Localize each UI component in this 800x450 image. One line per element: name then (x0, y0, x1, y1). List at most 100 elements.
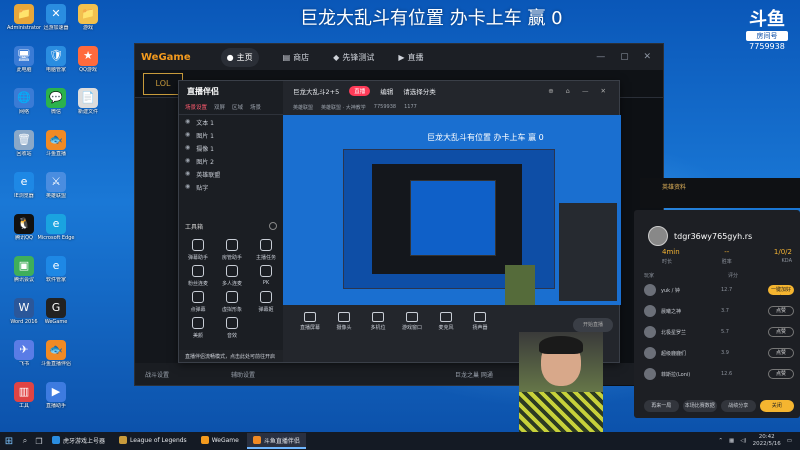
play-again-button[interactable]: 再来一局 (644, 400, 679, 412)
like-button[interactable]: 点赞 (768, 369, 794, 379)
helper-bottom-tool[interactable]: 摄像头 (327, 312, 361, 331)
start-live-button[interactable]: 开始直播 (573, 318, 613, 332)
toolbox-item[interactable]: 美颜 (185, 317, 211, 343)
bottom-tool-label: 扬声器 (472, 325, 488, 331)
assist-settings[interactable]: 辅助设置 (231, 370, 255, 379)
search-icon[interactable]: ⌕ (18, 436, 32, 446)
app-icon: ⚔ (46, 172, 66, 192)
col-head-player: 玩家 (644, 273, 655, 279)
wegame-tab-live[interactable]: ▶ 直播 (398, 52, 423, 63)
eye-icon[interactable]: ◉ (185, 144, 190, 151)
toolbox-item[interactable]: 房管助手 (219, 239, 245, 265)
helper-tab-scene[interactable]: 场景设置 (185, 103, 207, 112)
helper-bottom-tool[interactable]: 游戏窗口 (395, 312, 429, 331)
app-icon: ▥ (14, 382, 34, 402)
category-select[interactable]: 请选择分类 (403, 86, 436, 96)
task-view-icon[interactable]: ❐ (32, 437, 46, 446)
windows-start-icon[interactable]: ⊞ (0, 436, 18, 447)
like-button[interactable]: 点赞 (768, 327, 794, 337)
desktop-icon[interactable]: ▶ 直播助手 (34, 380, 78, 420)
preview-match-panel (559, 203, 617, 301)
like-button[interactable]: 点赞 (768, 348, 794, 358)
bottom-tool-label: 多机位 (370, 325, 386, 331)
toolbox-item[interactable]: 点弹幕 (185, 291, 211, 317)
scene-label: 英雄联盟 (196, 172, 221, 179)
edit-button[interactable]: 编辑 (380, 86, 393, 96)
add-friends-button[interactable]: 一键加好友 (768, 285, 794, 301)
match-col-heads: 玩家 评分 (644, 272, 794, 279)
scene-item[interactable]: ◉ 文本 1 (179, 115, 283, 128)
desktop-icon[interactable]: 🐟 斗鱼直播伴侣 (34, 338, 78, 378)
eye-icon[interactable]: ◉ (185, 170, 190, 177)
scene-item[interactable]: ◉ 摄像 1 (179, 141, 283, 154)
eye-icon[interactable]: ◉ (185, 157, 190, 164)
lol-logo[interactable]: LOL (143, 73, 183, 95)
helper-bottom-tool[interactable]: 多机位 (361, 312, 395, 331)
taskbar-app[interactable]: League of Legends (113, 433, 193, 449)
like-button[interactable]: 点赞 (768, 306, 794, 316)
taskbar-app[interactable]: 斗鱼直播伴侣 (246, 433, 306, 449)
helper-window-controls[interactable]: ⊕ ⌂ — ✕ (548, 87, 611, 95)
taskbar-app-label: 虎牙游戏上号器 (63, 437, 106, 445)
wegame-tab-store[interactable]: ▤ 商店 (283, 52, 310, 63)
match-footer: 再来一局 本场比赛数据 战绩分享 关闭 (644, 400, 794, 412)
toolbox-item[interactable]: PK (253, 265, 279, 291)
volume-icon[interactable]: ◁) (740, 438, 746, 444)
battle-settings[interactable]: 战斗设置 (145, 370, 169, 379)
eye-icon[interactable]: ◉ (185, 131, 190, 138)
helper-bottom-tool[interactable]: 扬声器 (463, 312, 497, 331)
toolbox-item[interactable]: 虚拟形象 (219, 291, 245, 317)
toolbox-item[interactable]: 主播任务 (253, 239, 279, 265)
tool-label: 粉丝连麦 (187, 281, 208, 287)
desktop-icon[interactable]: G WeGame (34, 296, 78, 336)
scene-item[interactable]: ◉ 图片 2 (179, 154, 283, 167)
chevron-up-icon[interactable]: ⌃ (718, 438, 723, 444)
stream-helper-window[interactable]: 直播伴侣 场景设置 双屏 区域 场景 ◉ 文本 1 ◉ 图片 1 ◉ 摄像 1 ◉ 图片 2 ◉… (178, 80, 621, 363)
desktop-icon-label: 斗鱼直播伴侣 (40, 361, 71, 367)
toolbox-item[interactable]: 音效 (219, 317, 245, 343)
toolbox-item[interactable]: 弹幕助手 (185, 239, 211, 265)
helper-tab-scenes[interactable]: 场景 (250, 103, 261, 112)
close-button[interactable]: 关闭 (759, 400, 794, 412)
helper-bottom-tool[interactable]: 直播屏幕 (293, 312, 327, 331)
taskbar-app[interactable]: 虎牙游戏上号器 (46, 433, 111, 449)
desktop-icon[interactable]: e Microsoft Edge (34, 212, 78, 252)
pioneer-icon: ◆ (333, 52, 340, 62)
tool-icon (226, 317, 238, 329)
scene-item[interactable]: ◉ 英雄联盟 (179, 167, 283, 180)
share-button[interactable]: 战绩分享 (721, 400, 756, 412)
desktop-icon-label: 英雄联盟 (45, 193, 66, 199)
wegame-tab-pioneer[interactable]: ◆ 先锋测试 (333, 52, 374, 63)
desktop-icon[interactable]: 📄 新建文件 (66, 86, 110, 126)
desktop-icon-label: 斗鱼直播 (45, 151, 66, 157)
toolbox-item[interactable]: 弹幕姬 (253, 291, 279, 317)
bottom-tool-label: 摄像头 (336, 325, 352, 331)
bottom-tool-label: 游戏窗口 (401, 325, 422, 331)
scene-item[interactable]: ◉ 图片 1 (179, 128, 283, 141)
desktop-icon[interactable]: e 软件管家 (34, 254, 78, 294)
helper-tab-region[interactable]: 区域 (232, 103, 243, 112)
tool-label: 音效 (226, 333, 237, 339)
eye-icon[interactable]: ◉ (185, 118, 190, 125)
helper-tab-dual[interactable]: 双屏 (214, 103, 225, 112)
taskbar-app[interactable]: WeGame (195, 433, 245, 449)
scene-label: 文本 1 (196, 120, 214, 127)
toolbox-item[interactable]: 多人连麦 (219, 265, 245, 291)
window-controls[interactable]: — ▢ ✕ (596, 52, 657, 62)
desktop-icon[interactable]: ★ QQ游戏 (66, 44, 110, 84)
wegame-tab-home[interactable]: ● 主页 (220, 47, 259, 67)
toolbox-item[interactable]: 粉丝连麦 (185, 265, 211, 291)
clock[interactable]: 20:42 2022/5/16 (753, 434, 781, 448)
toolbox-more-icon[interactable] (269, 222, 277, 230)
helper-notice[interactable]: 直播伴侣流畅模式，点击此处可前往开启 (179, 350, 283, 362)
desktop-icon[interactable]: 🐟 斗鱼直播 (34, 128, 78, 168)
match-data-button[interactable]: 本场比赛数据 (682, 400, 717, 412)
desktop-icon[interactable]: 📁 游戏 (66, 2, 110, 42)
app-icon: 📁 (14, 4, 34, 24)
scene-item[interactable]: ◉ 贴字 (179, 180, 283, 193)
notification-icon[interactable]: ▭ (787, 438, 792, 444)
desktop-icon[interactable]: ⚔ 英雄联盟 (34, 170, 78, 210)
network-icon[interactable]: ▦ (729, 438, 734, 444)
eye-icon[interactable]: ◉ (185, 183, 190, 190)
helper-bottom-tool[interactable]: 麦克风 (429, 312, 463, 331)
